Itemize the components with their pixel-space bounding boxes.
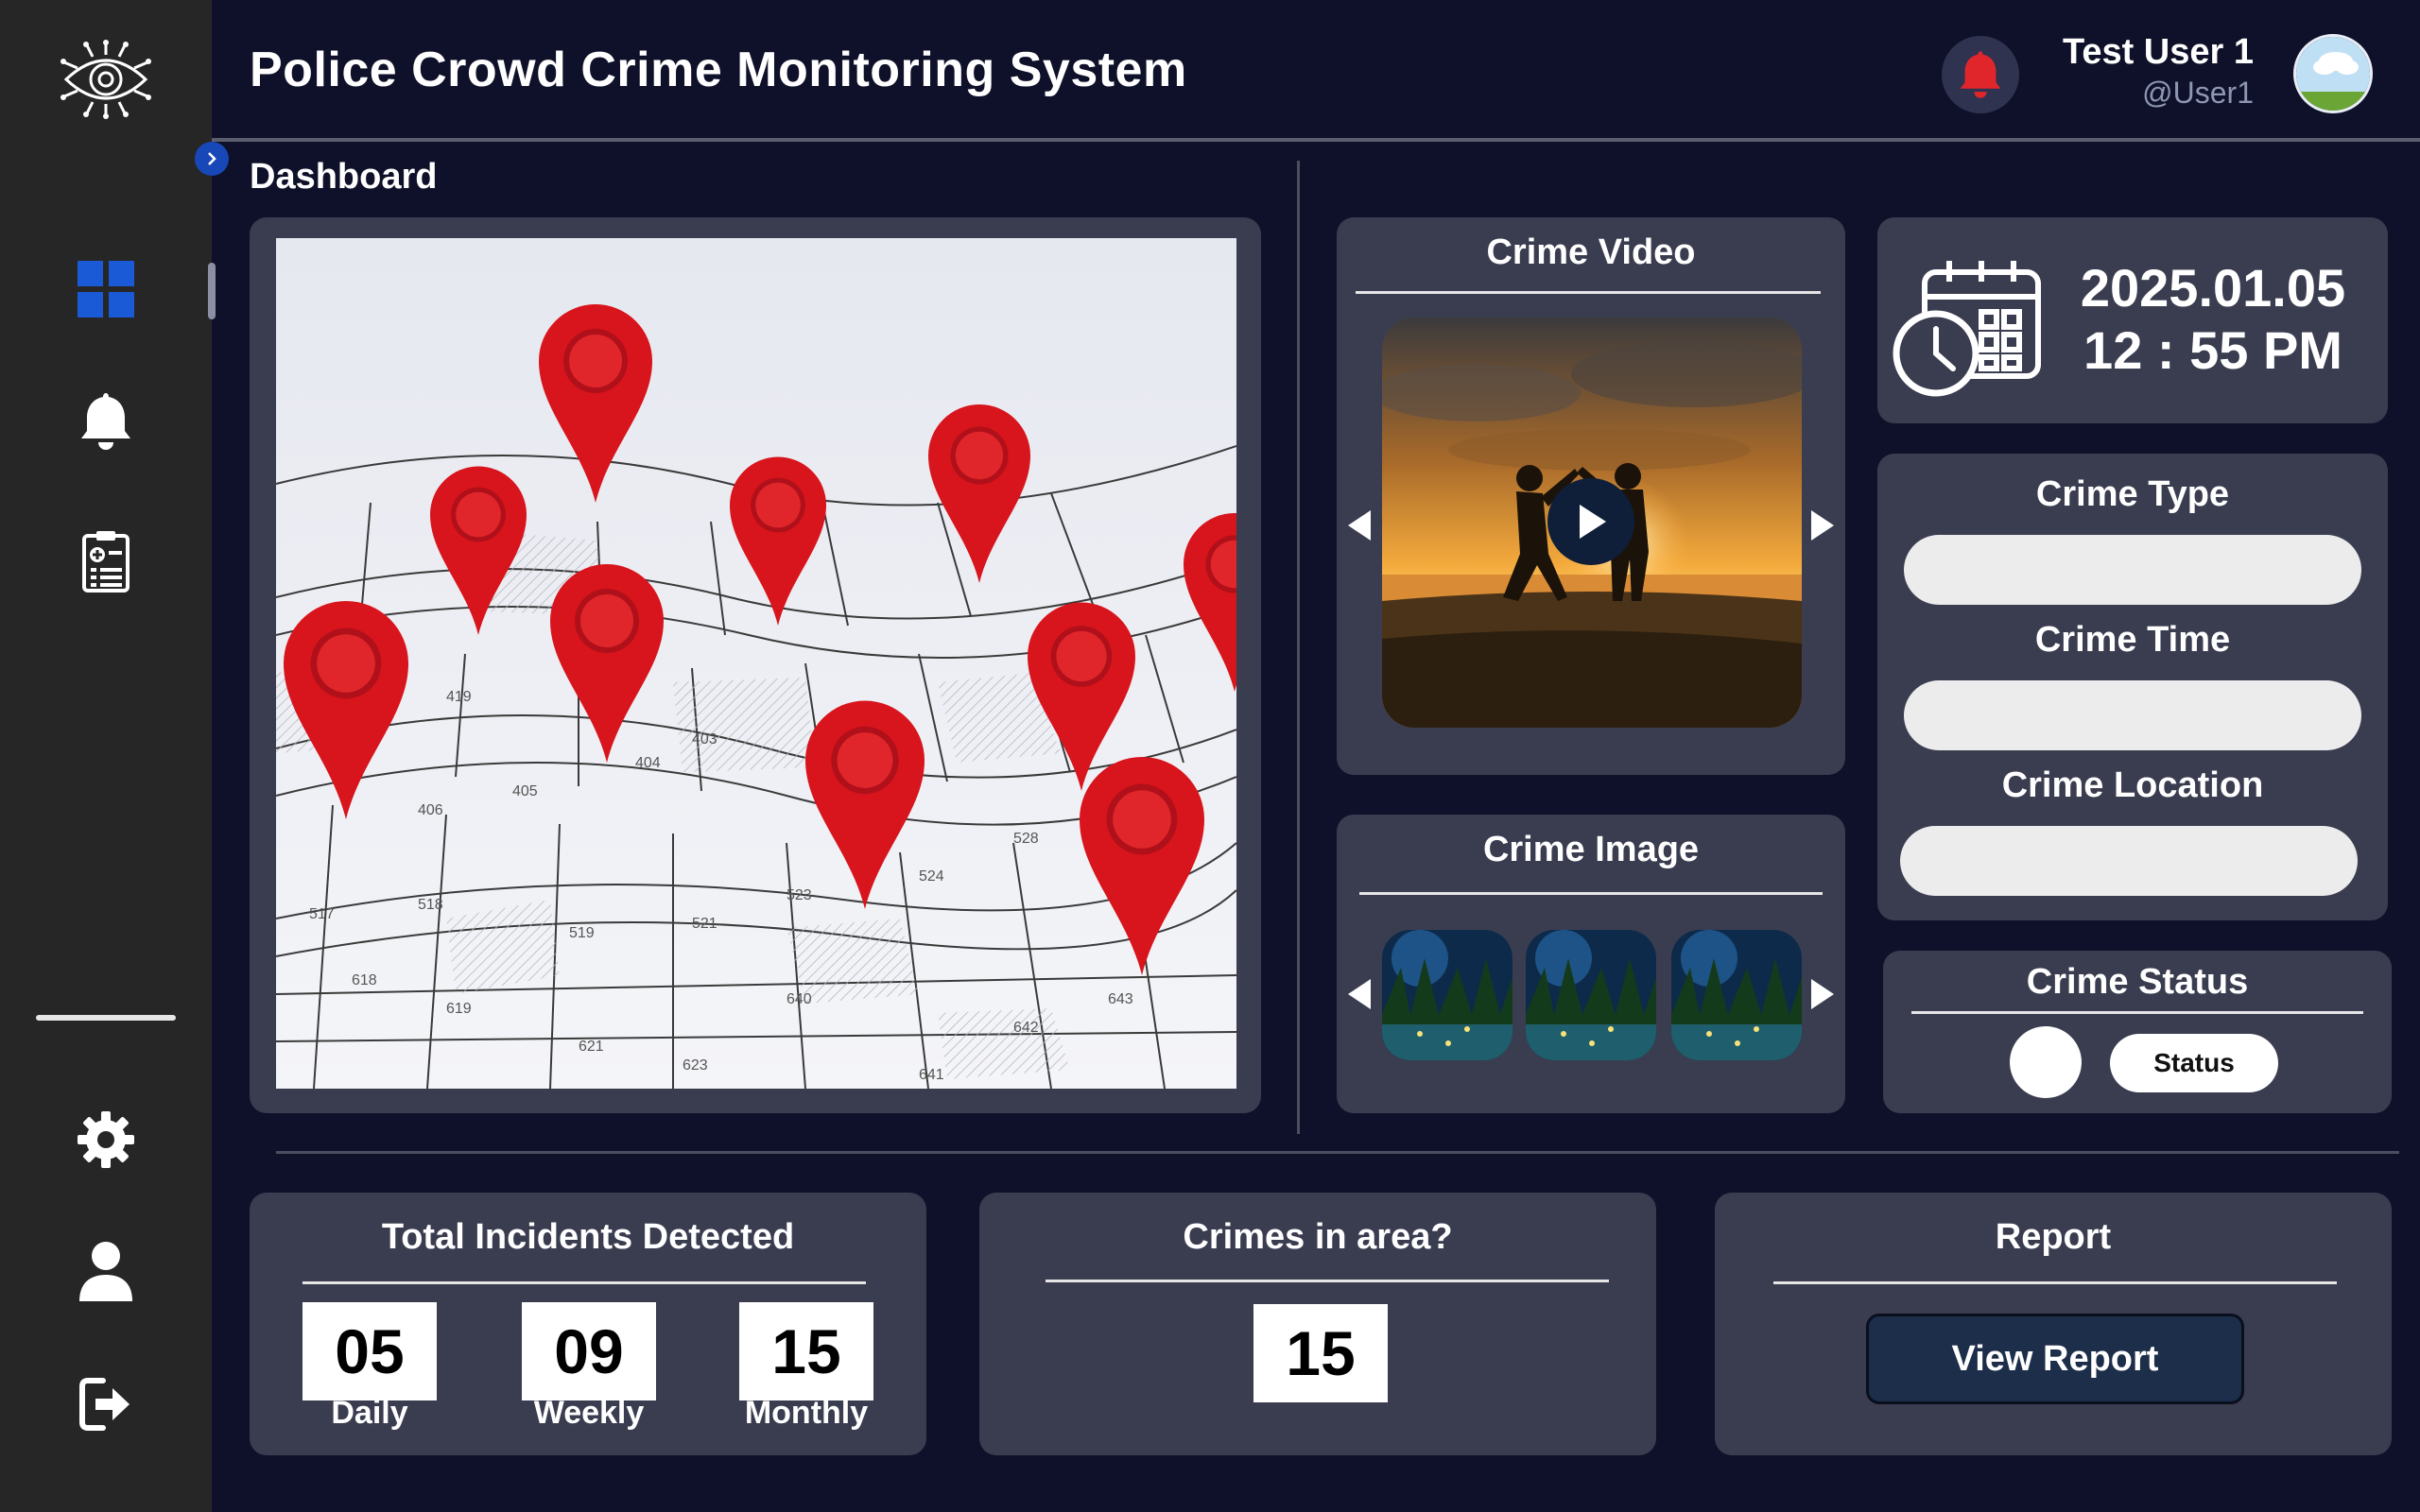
svg-text:528: 528 — [1013, 831, 1039, 847]
active-indicator — [208, 263, 216, 319]
triangle-left-icon — [1348, 510, 1371, 541]
bell-icon[interactable] — [68, 384, 144, 459]
user-icon[interactable] — [68, 1234, 144, 1310]
area-crime-count: 15 — [1253, 1304, 1388, 1402]
sidebar-collapse-button[interactable] — [195, 142, 229, 176]
crime-status-title: Crime Status — [2026, 962, 2249, 1002]
crime-map-card: 406 405 403 404 517 518 519 521 523 524 528 618 … — [250, 217, 1261, 1113]
sidebar-divider — [36, 1015, 176, 1021]
svg-text:419: 419 — [446, 689, 472, 705]
app-title: Police Crowd Crime Monitoring System — [250, 43, 1187, 97]
user-name: Test User 1 — [2062, 32, 2254, 72]
logout-icon[interactable] — [68, 1366, 144, 1442]
report-title: Report — [1995, 1217, 2112, 1257]
video-prev-button[interactable] — [1344, 507, 1373, 544]
svg-text:618: 618 — [352, 972, 377, 988]
avatar[interactable] — [2293, 34, 2373, 113]
svg-text:405: 405 — [512, 783, 538, 799]
crimes-in-area-card: Crimes in area? 15 — [979, 1193, 1656, 1455]
image-prev-button[interactable] — [1344, 975, 1373, 1013]
svg-text:524: 524 — [919, 868, 944, 885]
dashboard-icon[interactable] — [68, 251, 144, 327]
svg-text:406: 406 — [418, 802, 443, 818]
triangle-right-icon — [1811, 979, 1834, 1009]
title-underline — [302, 1281, 866, 1284]
crime-type-label: Crime Type — [2035, 474, 2230, 514]
triangle-left-icon — [1348, 979, 1371, 1009]
play-icon — [1580, 505, 1606, 539]
total-incidents-card: Total Incidents Detected 05 Daily 09 Wee… — [250, 1193, 926, 1455]
svg-text:643: 643 — [1108, 991, 1133, 1007]
svg-text:403: 403 — [692, 731, 717, 747]
chevron-right-icon — [208, 152, 216, 165]
daily-count: 05 — [302, 1302, 437, 1400]
total-incidents-title: Total Incidents Detected — [381, 1217, 795, 1257]
current-date: 2025.01.05 — [2080, 258, 2346, 318]
crime-video-title: Crime Video — [1486, 232, 1696, 272]
svg-text:519: 519 — [569, 925, 595, 941]
eye-logo-icon — [59, 38, 153, 121]
title-underline — [1356, 291, 1821, 294]
svg-text:619: 619 — [446, 1001, 472, 1017]
user-handle: @User1 — [2142, 76, 2254, 110]
crime-image-thumbnail[interactable] — [1382, 930, 1512, 1060]
monthly-label: Monthly — [744, 1395, 869, 1431]
image-next-button[interactable] — [1809, 975, 1838, 1013]
view-report-button[interactable]: View Report — [1866, 1314, 2244, 1404]
title-underline — [1773, 1281, 2337, 1284]
datetime-card: 2025.01.05 12 : 55 PM — [1877, 217, 2388, 423]
calendar-clock-icon — [1893, 259, 2044, 402]
svg-text:404: 404 — [635, 755, 661, 771]
svg-text:518: 518 — [418, 897, 443, 913]
monthly-count: 15 — [739, 1302, 873, 1400]
title-underline — [1359, 892, 1823, 895]
video-next-button[interactable] — [1809, 507, 1838, 544]
header-divider — [212, 138, 2420, 142]
page-title: Dashboard — [250, 157, 438, 197]
crime-image-title: Crime Image — [1482, 830, 1700, 869]
crime-map[interactable]: 406 405 403 404 517 518 519 521 523 524 528 618 … — [276, 238, 1236, 1089]
svg-text:640: 640 — [786, 991, 812, 1007]
crime-time-field[interactable] — [1904, 680, 2361, 750]
play-button[interactable] — [1547, 478, 1634, 565]
crime-status-card: Crime Status Status — [1883, 951, 2392, 1113]
status-button[interactable]: Status — [2110, 1034, 2278, 1092]
current-time: 12 : 55 PM — [2083, 320, 2342, 380]
crimes-in-area-title: Crimes in area? — [1183, 1217, 1453, 1257]
daily-label: Daily — [331, 1395, 408, 1431]
crime-details-card: Crime Type Crime Time Crime Location — [1877, 454, 2388, 920]
title-underline — [1046, 1280, 1609, 1282]
svg-text:642: 642 — [1013, 1020, 1039, 1036]
svg-text:623: 623 — [683, 1057, 708, 1074]
report-card: Report View Report — [1715, 1193, 2392, 1455]
crime-image-thumbnail[interactable] — [1526, 930, 1656, 1060]
svg-text:621: 621 — [579, 1039, 604, 1055]
crime-video-card: Crime Video — [1337, 217, 1845, 775]
crime-type-field[interactable] — [1904, 535, 2361, 605]
svg-text:521: 521 — [692, 916, 717, 932]
svg-text:641: 641 — [919, 1067, 944, 1083]
crime-image-card: Crime Image — [1337, 815, 1845, 1113]
crime-time-label: Crime Time — [2034, 620, 2231, 660]
crime-location-label: Crime Location — [2001, 765, 2264, 805]
status-indicator — [2010, 1026, 2082, 1098]
weekly-count: 09 — [522, 1302, 656, 1400]
sidebar — [0, 0, 216, 1512]
svg-text:517: 517 — [309, 906, 335, 922]
clipboard-icon[interactable] — [68, 524, 144, 599]
crime-video-player[interactable] — [1382, 318, 1802, 728]
triangle-right-icon — [1811, 510, 1834, 541]
row-divider — [276, 1151, 2399, 1154]
title-underline — [1911, 1011, 2363, 1014]
crime-image-thumbnail[interactable] — [1671, 930, 1802, 1060]
weekly-label: Weekly — [533, 1395, 645, 1431]
column-divider — [1297, 161, 1300, 1134]
crime-location-field[interactable] — [1900, 826, 2358, 896]
svg-text:523: 523 — [786, 887, 812, 903]
gear-icon[interactable] — [68, 1102, 144, 1177]
